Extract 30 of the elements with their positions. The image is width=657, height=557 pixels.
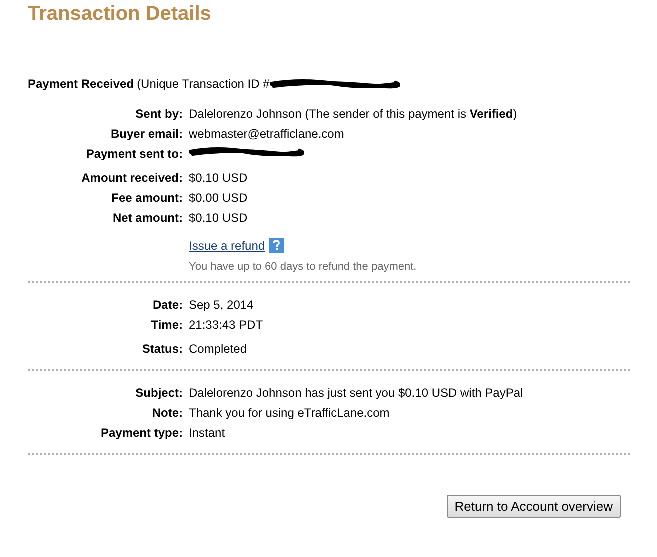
field-value: Completed	[189, 341, 248, 357]
field-value: webmaster@etrafficlane.com	[189, 126, 346, 142]
field-label: Time:	[150, 317, 183, 333]
field-value: $0.00 USD	[189, 190, 249, 206]
field-value: Thank you for using eTrafficLane.com	[189, 405, 391, 421]
field-label: Buyer email:	[110, 126, 183, 142]
field-label: Note:	[151, 405, 183, 421]
field-label: Amount received:	[80, 170, 183, 186]
field-label: Net amount:	[112, 210, 183, 226]
field-label: Date:	[152, 297, 183, 313]
return-button[interactable]: Return to Account overview	[446, 495, 621, 518]
issue-refund-link[interactable]: Issue a refund	[189, 238, 266, 252]
field-label: Payment type:	[100, 425, 183, 441]
field-value: $0.10 USD	[189, 170, 249, 186]
field-label: Fee amount:	[110, 190, 183, 206]
field-value: 21:33:43 PDT	[189, 317, 264, 333]
field-value: $0.10 USD	[189, 210, 249, 226]
transaction-id-label: (Unique Transaction ID #	[137, 76, 270, 92]
field-value: Dalelorenzo Johnson has just sent you $0.10 USD with PayPal	[189, 385, 524, 401]
field-value: Dalelorenzo Johnson (The sender of this payment is Verified)	[189, 106, 518, 122]
field-value: Sep 5, 2014	[189, 297, 255, 313]
page-title: Transaction Details	[28, 2, 212, 26]
field-label: Subject:	[134, 385, 183, 401]
field-label: Sent by:	[134, 106, 183, 122]
field-label: Payment sent to:	[85, 146, 183, 162]
field-value: Instant	[189, 425, 226, 441]
help-icon[interactable]	[269, 238, 284, 253]
refund-hint: You have up to 60 days to refund the payment.	[189, 261, 418, 273]
payment-received-label: Payment Received	[28, 76, 134, 92]
field-label: Status:	[141, 341, 183, 357]
